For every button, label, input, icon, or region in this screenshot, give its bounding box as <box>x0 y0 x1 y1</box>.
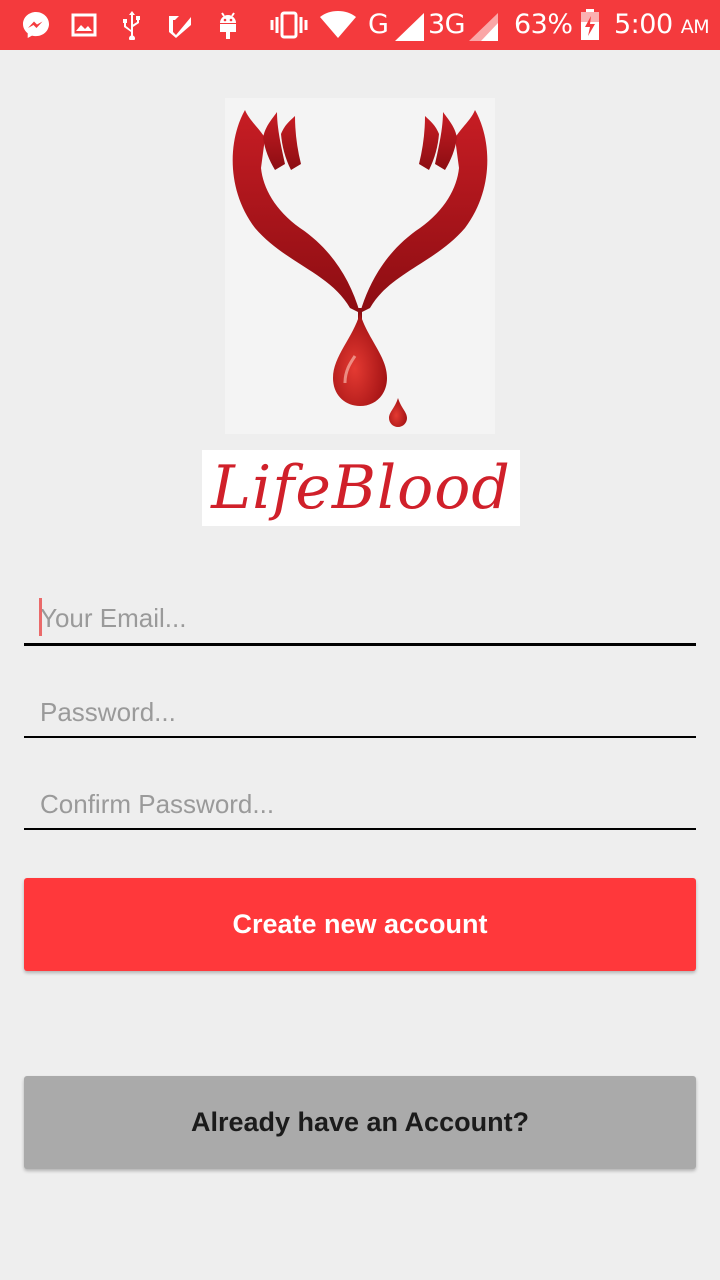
confirm-password-field[interactable] <box>24 780 696 830</box>
network-g-label: G <box>368 9 389 40</box>
network-3g-label: 3G <box>428 9 466 40</box>
create-account-button[interactable]: Create new account <box>24 878 696 971</box>
usb-icon <box>116 9 148 41</box>
checkmark-app-icon <box>164 9 196 41</box>
battery-charging-icon <box>576 9 604 41</box>
signal-3g-icon <box>468 11 500 43</box>
clock-ampm: AM <box>680 16 710 38</box>
status-bar: G 3G 63% 5:00 AM <box>0 0 720 50</box>
wordmark-text: LifeBlood <box>211 453 511 523</box>
email-field[interactable] <box>24 594 696 646</box>
gallery-icon <box>68 9 100 41</box>
messenger-icon <box>20 9 52 41</box>
signal-icon <box>394 11 426 43</box>
battery-percent: 63% <box>514 9 573 40</box>
android-debug-icon <box>212 9 244 41</box>
clock: 5:00 AM <box>614 9 710 40</box>
wifi-icon <box>318 9 358 41</box>
lifeblood-wordmark: LifeBlood <box>202 450 520 526</box>
text-cursor <box>39 598 42 636</box>
password-field[interactable] <box>24 688 696 738</box>
vibrate-icon <box>270 9 308 41</box>
login-link-button[interactable]: Already have an Account? <box>24 1076 696 1169</box>
lifeblood-logo-image <box>225 98 495 434</box>
